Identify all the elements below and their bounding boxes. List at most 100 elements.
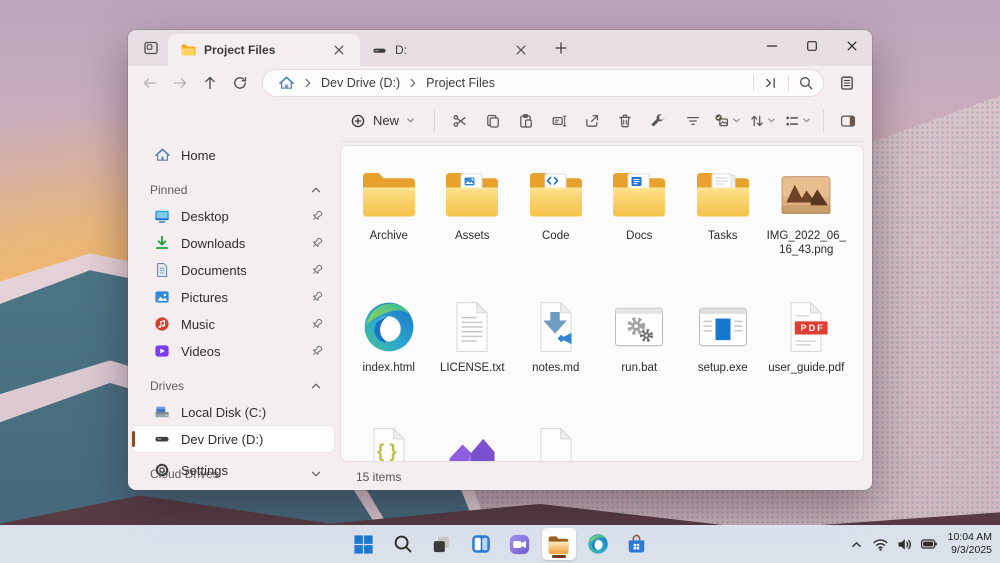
file-item-partial[interactable]: { } — [347, 421, 431, 462]
store-button[interactable] — [620, 528, 654, 560]
downloads-icon — [154, 235, 170, 251]
scissors-icon — [452, 113, 468, 129]
sidebar-item-dev-drive-d[interactable]: Dev Drive (D:) — [132, 426, 334, 452]
file-icon — [524, 421, 588, 462]
breadcrumb-drive[interactable]: Dev Drive (D:) — [317, 74, 404, 92]
task-view-button[interactable] — [425, 528, 459, 560]
sidebar-section-header[interactable]: Pinned — [128, 178, 338, 202]
goto-end-icon[interactable] — [758, 71, 784, 95]
sidebar-item-label: Dev Drive (D:) — [181, 432, 263, 447]
file-item-code[interactable]: Code — [514, 163, 598, 295]
sidebar-item-local-disk-c[interactable]: Local Disk (C:) — [132, 399, 334, 425]
tools-button[interactable] — [643, 106, 674, 136]
file-name: index.html — [363, 362, 415, 376]
wifi-icon[interactable] — [872, 535, 890, 553]
file-item-archive[interactable]: Archive — [347, 163, 431, 295]
home-icon[interactable] — [273, 71, 299, 95]
rename-button[interactable] — [543, 106, 574, 136]
chat-button[interactable] — [503, 528, 537, 560]
close-button[interactable] — [832, 30, 872, 62]
tab-list-button[interactable] — [136, 34, 166, 62]
sidebar-item-pictures[interactable]: Pictures — [132, 284, 334, 310]
tab-drive-d[interactable]: D: — [360, 34, 542, 66]
sort-button[interactable] — [746, 106, 779, 136]
layout-button[interactable] — [781, 106, 814, 136]
delete-button[interactable] — [610, 106, 641, 136]
file-name: user_guide.pdf — [768, 362, 844, 376]
file-item-notes-md[interactable]: notes.md — [514, 295, 598, 421]
filter-button[interactable] — [678, 106, 709, 136]
task-view-icon — [431, 534, 452, 555]
svg-text:PDF: PDF — [801, 323, 825, 333]
sidebar-item-music[interactable]: Music — [132, 311, 334, 337]
file-item-tasks[interactable]: Tasks — [681, 163, 765, 295]
preview-pane-button[interactable] — [833, 106, 864, 136]
share-button[interactable] — [576, 106, 607, 136]
file-name: run.bat — [621, 362, 657, 376]
group-by-button[interactable] — [711, 106, 744, 136]
file-icon — [440, 163, 504, 227]
file-item-docs[interactable]: Docs — [598, 163, 682, 295]
tab-close-icon[interactable] — [328, 39, 350, 61]
refresh-button[interactable] — [226, 69, 254, 97]
file-item-assets[interactable]: Assets — [431, 163, 515, 295]
widgets-button[interactable] — [464, 528, 498, 560]
forward-button[interactable] — [166, 69, 194, 97]
music-icon — [154, 316, 170, 332]
navigation-bar: Dev Drive (D:) Project Files — [128, 66, 872, 100]
sort-icon — [749, 113, 765, 129]
tab-project-files[interactable]: Project Files — [168, 34, 360, 66]
file-item-license-txt[interactable]: LICENSE.txt — [431, 295, 515, 421]
cut-button[interactable] — [444, 106, 475, 136]
file-item-setup-exe[interactable]: setup.exe — [681, 295, 765, 421]
tab-close-icon[interactable] — [510, 39, 532, 61]
volume-icon[interactable] — [896, 535, 914, 553]
chevron-right-icon — [300, 75, 316, 91]
tab-label: D: — [395, 43, 407, 57]
sidebar-item-videos[interactable]: Videos — [132, 338, 334, 364]
tab-strip: Project Files D: — [128, 30, 872, 66]
breadcrumb-folder[interactable]: Project Files — [422, 74, 499, 92]
address-bar[interactable]: Dev Drive (D:) Project Files — [262, 69, 824, 97]
sidebar-item-downloads[interactable]: Downloads — [132, 230, 334, 256]
sidebar-section-header[interactable]: Drives — [128, 374, 338, 398]
videos-icon — [154, 343, 170, 359]
sidebar-item-home[interactable]: Home — [132, 142, 334, 168]
copy-button[interactable] — [477, 106, 508, 136]
battery-icon[interactable] — [920, 535, 938, 553]
sidebar-item-documents[interactable]: Documents — [132, 257, 334, 283]
paste-button[interactable] — [510, 106, 541, 136]
minimize-button[interactable] — [752, 30, 792, 62]
new-tab-button[interactable] — [548, 35, 574, 61]
up-button[interactable] — [196, 69, 224, 97]
folder-icon — [180, 42, 196, 58]
file-icon — [357, 295, 421, 359]
file-item-run-bat[interactable]: run.bat — [598, 295, 682, 421]
file-icon — [607, 163, 671, 227]
file-item-img-2022-06-16-43-png[interactable]: IMG_2022_06_16_43.png — [765, 163, 849, 295]
file-item-partial[interactable] — [431, 421, 515, 462]
details-pane-button[interactable] — [832, 69, 862, 97]
file-explorer-window: Project Files D: Dev Drive (D:) Project … — [128, 30, 872, 490]
maximize-button[interactable] — [792, 30, 832, 62]
search-icon[interactable] — [793, 71, 819, 95]
sidebar-item-desktop[interactable]: Desktop — [132, 203, 334, 229]
file-item-user-guide-pdf[interactable]: PDF user_guide.pdf — [765, 295, 849, 421]
file-icon: { } — [357, 421, 421, 462]
preview-pane-icon — [840, 113, 856, 129]
section-label: Drives — [150, 379, 184, 393]
file-item-partial[interactable] — [514, 421, 598, 462]
taskbar: 10:04 AM 9/3/2025 — [0, 525, 1000, 563]
hidden-icons-button[interactable] — [848, 535, 866, 553]
new-button[interactable]: New — [340, 106, 425, 136]
sidebar-item-settings[interactable]: Settings — [132, 457, 334, 483]
file-item-index-html[interactable]: index.html — [347, 295, 431, 421]
clock[interactable]: 10:04 AM 9/3/2025 — [948, 531, 992, 557]
up-icon — [202, 75, 218, 91]
start-button[interactable] — [347, 528, 381, 560]
edge-button[interactable] — [581, 528, 615, 560]
back-button[interactable] — [136, 69, 164, 97]
file-explorer-button[interactable] — [542, 528, 576, 560]
maximize-icon — [804, 38, 820, 54]
taskbar-search-button[interactable] — [386, 528, 420, 560]
